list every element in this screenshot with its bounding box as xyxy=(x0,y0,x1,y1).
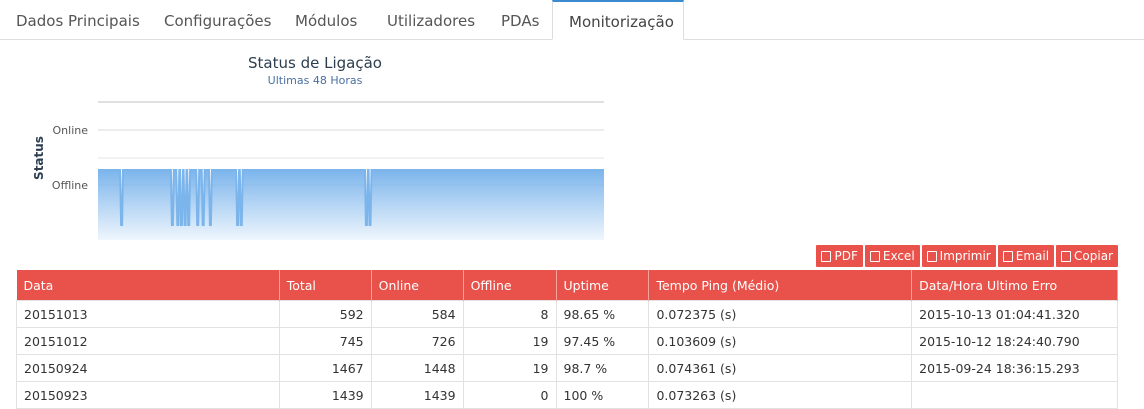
cell-online: 1448 xyxy=(370,354,464,382)
header-uptime[interactable]: Uptime xyxy=(556,270,650,301)
excel-label: Excel xyxy=(882,249,915,263)
cell-tempo-ping: 0.074361 (s) xyxy=(648,354,913,382)
email-button[interactable]: Email xyxy=(997,245,1055,267)
header-offline[interactable]: Offline xyxy=(463,270,557,301)
ytick-offline: Offline xyxy=(52,179,88,192)
cell-uptime: 97.45 % xyxy=(555,327,650,355)
cell-online: 1439 xyxy=(370,381,464,409)
cell-ultimo-erro: 2015-10-12 18:24:40.790 xyxy=(911,327,1118,355)
copy-icon xyxy=(1061,250,1072,262)
table-row: 20150923 1439 1439 0 100 % 0.073263 (s) xyxy=(16,381,1118,409)
cell-tempo-ping: 0.103609 (s) xyxy=(648,327,913,355)
cell-ultimo-erro: 2015-10-13 01:04:41.320 xyxy=(911,300,1118,328)
cell-tempo-ping: 0.073263 (s) xyxy=(648,381,913,409)
cell-offline: 19 xyxy=(462,327,557,355)
excel-icon xyxy=(869,250,880,262)
pdf-button[interactable]: PDF xyxy=(816,245,863,267)
header-ultimo-erro[interactable]: Data/Hora Ultimo Erro xyxy=(911,270,1118,301)
pdf-icon xyxy=(821,250,832,262)
y-axis-label: Status xyxy=(32,136,46,180)
header-tempo-ping[interactable]: Tempo Ping (Médio) xyxy=(648,270,913,301)
email-label: Email xyxy=(1015,249,1050,263)
cell-total: 1467 xyxy=(278,354,372,382)
header-online[interactable]: Online xyxy=(371,270,464,301)
table-row: 20151013 592 584 8 98.65 % 0.072375 (s) … xyxy=(16,300,1118,328)
cell-total: 592 xyxy=(278,300,372,328)
printer-icon xyxy=(926,250,937,262)
cell-total: 1439 xyxy=(278,381,372,409)
cell-tempo-ping: 0.072375 (s) xyxy=(648,300,913,328)
cell-uptime: 98.65 % xyxy=(555,300,650,328)
cell-ultimo-erro: 2015-09-24 18:36:15.293 xyxy=(911,354,1118,382)
tab-dados-principais[interactable]: Dados Principais xyxy=(0,0,156,40)
tab-configuracoes[interactable]: Configurações xyxy=(148,0,287,40)
chart-plot: 12:0016:0020:0013. Nov04:0008:00 Online … xyxy=(32,101,604,240)
copy-label: Copiar xyxy=(1074,249,1113,263)
cell-data: 20151013 xyxy=(16,300,280,328)
header-total[interactable]: Total xyxy=(279,270,372,301)
cell-ultimo-erro xyxy=(911,381,1118,409)
envelope-icon xyxy=(1002,250,1013,262)
cell-offline: 0 xyxy=(462,381,557,409)
tab-bar: Dados Principais Configurações Módulos U… xyxy=(0,0,1144,40)
pdf-label: PDF xyxy=(834,249,858,263)
table-row: 20150924 1467 1448 19 98.7 % 0.074361 (s… xyxy=(16,354,1118,382)
print-button[interactable]: Imprimir xyxy=(921,245,996,267)
cell-data: 20151012 xyxy=(16,327,280,355)
print-label: Imprimir xyxy=(939,249,991,263)
cell-total: 745 xyxy=(278,327,372,355)
table-row: 20151012 745 726 19 97.45 % 0.103609 (s)… xyxy=(16,327,1118,355)
cell-uptime: 100 % xyxy=(555,381,650,409)
header-data[interactable]: Data xyxy=(16,270,280,301)
tab-monitorizacao[interactable]: Monitorização xyxy=(552,0,684,40)
status-chart: Status de Ligação Ultimas 48 Horas 12:00… xyxy=(0,40,640,240)
cell-data: 20150924 xyxy=(16,354,280,382)
cell-offline: 19 xyxy=(462,354,557,382)
cell-online: 584 xyxy=(370,300,464,328)
tab-utilizadores[interactable]: Utilizadores xyxy=(371,0,491,40)
ytick-online: Online xyxy=(53,124,89,137)
cell-offline: 8 xyxy=(462,300,557,328)
cell-data: 20150923 xyxy=(16,381,280,409)
copy-button[interactable]: Copiar xyxy=(1056,245,1118,267)
tab-pdas[interactable]: PDAs xyxy=(485,0,555,40)
stats-table: Data Total Online Offline Uptime Tempo P… xyxy=(16,270,1118,409)
tab-modulos[interactable]: Módulos xyxy=(279,0,373,40)
cell-online: 726 xyxy=(370,327,464,355)
excel-button[interactable]: Excel xyxy=(864,245,920,267)
export-buttons: PDF Excel Imprimir Email Copiar xyxy=(816,245,1118,267)
cell-uptime: 98.7 % xyxy=(555,354,650,382)
table-header-row: Data Total Online Offline Uptime Tempo P… xyxy=(16,270,1118,301)
